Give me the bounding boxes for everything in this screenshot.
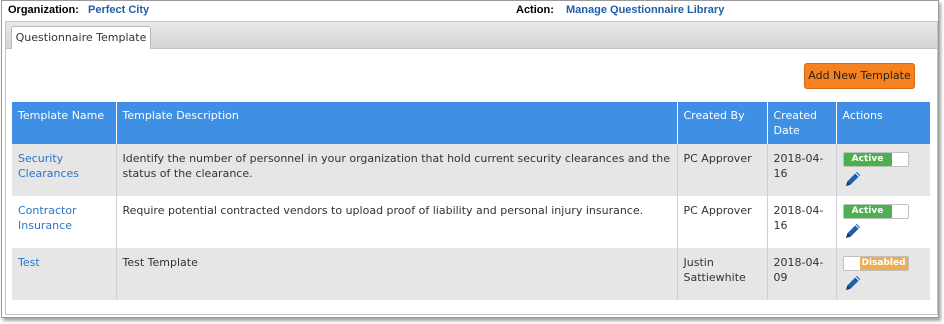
- status-label: Active: [843, 153, 892, 166]
- template-description-cell: Identify the number of personnel in your…: [116, 144, 678, 196]
- column-header-created-date[interactable]: Created Date: [767, 102, 837, 144]
- column-header-template-name[interactable]: Template Name: [12, 102, 117, 144]
- template-description-cell: Require potential contracted vendors to …: [116, 196, 678, 248]
- template-name-link[interactable]: Test: [18, 256, 40, 269]
- template-name-cell: Test: [12, 248, 117, 300]
- action-label: Action:: [516, 4, 554, 16]
- status-toggle[interactable]: Active: [842, 152, 909, 167]
- actions-cell: Active: [836, 196, 930, 248]
- created-by-cell: PC Approver: [677, 144, 768, 196]
- organization-label: Organization:: [8, 4, 79, 16]
- toggle-knob: [843, 257, 860, 270]
- created-date-cell: 2018-04-16: [767, 144, 837, 196]
- table-row: Contractor Insurance Require potential co…: [12, 196, 930, 248]
- actions-cell: Disabled: [836, 248, 930, 300]
- pencil-edit-icon[interactable]: [843, 169, 863, 189]
- created-by-cell: Justin Sattiewhite: [677, 248, 768, 300]
- pencil-edit-icon[interactable]: [843, 221, 863, 241]
- template-table: Template Name Template Description Creat…: [12, 102, 930, 300]
- status-toggle[interactable]: Active: [842, 204, 909, 219]
- context-bar: Organization: Perfect City Action: Manag…: [2, 1, 938, 19]
- template-name-cell: Contractor Insurance: [12, 196, 117, 248]
- organization-value: Perfect City: [88, 4, 150, 16]
- pencil-edit-icon[interactable]: [843, 273, 863, 293]
- tab-strip: Questionnaire Template: [5, 21, 938, 50]
- action-value: Manage Questionnaire Library: [566, 4, 725, 16]
- template-description-cell: Test Template: [116, 248, 678, 300]
- template-name-link[interactable]: Contractor Insurance: [18, 204, 77, 232]
- table-row: Security Clearances Identify the number o…: [12, 144, 930, 196]
- template-name-link[interactable]: Security Clearances: [18, 152, 79, 180]
- tab-content: Add New Template Template Name Template …: [5, 49, 938, 315]
- status-label: Active: [843, 205, 892, 218]
- tab-questionnaire-template[interactable]: Questionnaire Template: [11, 26, 151, 50]
- column-header-created-by[interactable]: Created By: [677, 102, 768, 144]
- actions-cell: Active: [836, 144, 930, 196]
- add-new-template-button[interactable]: Add New Template: [804, 63, 915, 89]
- column-header-template-description[interactable]: Template Description: [116, 102, 678, 144]
- template-name-cell: Security Clearances: [12, 144, 117, 196]
- status-toggle[interactable]: Disabled: [842, 256, 909, 271]
- toggle-knob: [891, 205, 908, 218]
- toggle-knob: [891, 153, 908, 166]
- page-frame: Organization: Perfect City Action: Manag…: [1, 0, 939, 318]
- column-header-actions: Actions: [836, 102, 930, 144]
- created-date-cell: 2018-04-09: [767, 248, 837, 300]
- created-date-cell: 2018-04-16: [767, 196, 837, 248]
- status-label: Disabled: [859, 257, 908, 270]
- table-row: Test Test Template Justin Sattiewhite 2018-…: [12, 248, 930, 300]
- created-by-cell: PC Approver: [677, 196, 768, 248]
- table-header-row: Template Name Template Description Creat…: [12, 102, 930, 144]
